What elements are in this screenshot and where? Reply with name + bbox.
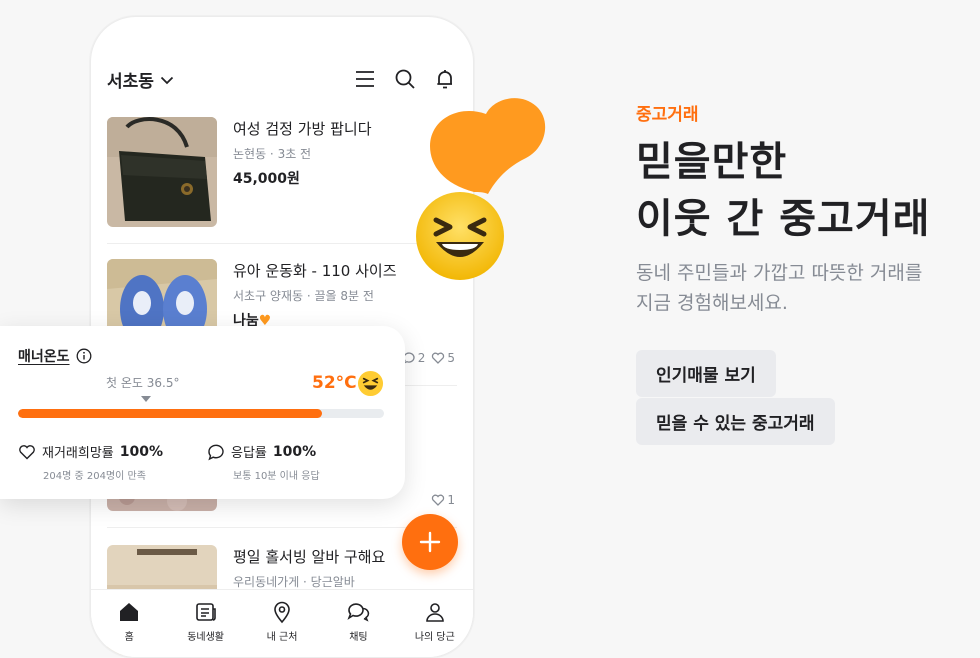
user-icon <box>426 603 444 622</box>
desc-line: 동네 주민들과 가깝고 따뜻한 거래를 <box>636 262 923 284</box>
rehire-sub: 204명 중 204명이 만족 <box>43 471 146 482</box>
heart-icon <box>19 444 35 459</box>
manner-title[interactable]: 매너온도 <box>18 346 92 366</box>
like-count: 5 <box>447 351 455 365</box>
tab-chat[interactable]: 채팅 <box>320 590 396 657</box>
item-price: 45,000원 <box>233 171 300 187</box>
item-meta: 서초구 양재동 · 끌올 8분 전 <box>233 289 374 303</box>
popular-items-button[interactable]: 인기매물 보기 <box>636 350 776 397</box>
tab-label: 나의 당근 <box>414 632 455 643</box>
section-category: 중고거래 <box>636 105 699 125</box>
divider <box>107 243 457 244</box>
chat-icon <box>208 444 224 460</box>
add-item-button[interactable] <box>402 514 458 570</box>
first-temperature-label: 첫 온도 36.5° <box>106 376 180 390</box>
manner-title-text: 매너온도 <box>18 349 70 365</box>
trusted-trade-button[interactable]: 믿을 수 있는 중고거래 <box>636 398 835 445</box>
info-icon[interactable] <box>76 348 92 364</box>
like-count: 1 <box>447 493 455 507</box>
menu-icon[interactable] <box>353 67 377 91</box>
chats-icon <box>347 603 370 622</box>
response-sub: 보통 10분 이내 응답 <box>233 471 320 482</box>
temperature-value: 52°C <box>312 373 357 393</box>
tab-label: 동네생활 <box>187 632 225 643</box>
item-stats: 1 <box>431 493 455 507</box>
headline-line: 믿을만한 <box>636 139 788 185</box>
chevron-down-icon <box>160 76 174 84</box>
item-stats: 2 5 <box>402 351 455 365</box>
app-header: 서초동 <box>107 67 457 92</box>
tab-community[interactable]: 동네생활 <box>167 590 243 657</box>
response-label: 응답률 <box>231 446 267 461</box>
bag-thumbnail <box>107 117 217 227</box>
tab-nearby[interactable]: 내 근처 <box>244 590 320 657</box>
bottom-tab-bar: 홈 동네생활 내 근처 채팅 나의 당근 <box>91 589 473 657</box>
headline-line: 이웃 간 중고거래 <box>636 196 931 242</box>
laughing-emoji-icon <box>416 192 504 280</box>
plus-icon <box>419 531 441 553</box>
temperature-emoji-icon <box>357 370 384 397</box>
list-item[interactable]: 여성 검정 가방 팝니다 논현동 · 3초 전 45,000원 <box>107 117 457 227</box>
heart-icon <box>432 494 445 506</box>
news-icon <box>195 603 216 621</box>
desc-line: 지금 경험해보세요. <box>636 292 788 314</box>
tab-label: 채팅 <box>349 632 368 643</box>
first-temperature-marker <box>141 396 151 402</box>
tab-label: 홈 <box>124 632 134 643</box>
bell-icon[interactable] <box>433 67 457 91</box>
location-selector[interactable]: 서초동 <box>107 67 174 92</box>
tab-label: 내 근처 <box>266 632 298 643</box>
rehire-value: 100% <box>119 443 164 460</box>
rehire-rate: 재거래희망률 100% <box>18 442 163 461</box>
home-icon <box>120 603 139 621</box>
temperature-bar-fill <box>18 409 322 418</box>
tab-home[interactable]: 홈 <box>91 590 167 657</box>
chat-count: 2 <box>417 351 426 365</box>
location-icon <box>274 601 290 624</box>
tab-my[interactable]: 나의 당근 <box>397 590 473 657</box>
page-description: 동네 주민들과 가깝고 따뜻한 거래를 지금 경험해보세요. <box>636 258 976 318</box>
response-value: 100% <box>272 443 317 460</box>
heart-icon <box>432 352 445 364</box>
location-label: 서초동 <box>107 72 154 92</box>
item-meta: 논현동 · 3초 전 <box>233 147 312 161</box>
manner-temperature-card: 매너온도 첫 온도 36.5° 52°C 재거래희망률 100% 204명 중 … <box>0 326 405 499</box>
item-meta: 우리동네가게 · 당근알바 <box>233 575 355 589</box>
response-rate: 응답률 100% <box>207 442 316 461</box>
temperature-bar <box>18 409 384 418</box>
page-title: 믿을만한 이웃 간 중고거래 <box>636 134 930 248</box>
search-icon[interactable] <box>393 67 417 91</box>
rehire-label: 재거래희망률 <box>42 446 114 461</box>
item-title: 여성 검정 가방 팝니다 <box>233 120 372 138</box>
